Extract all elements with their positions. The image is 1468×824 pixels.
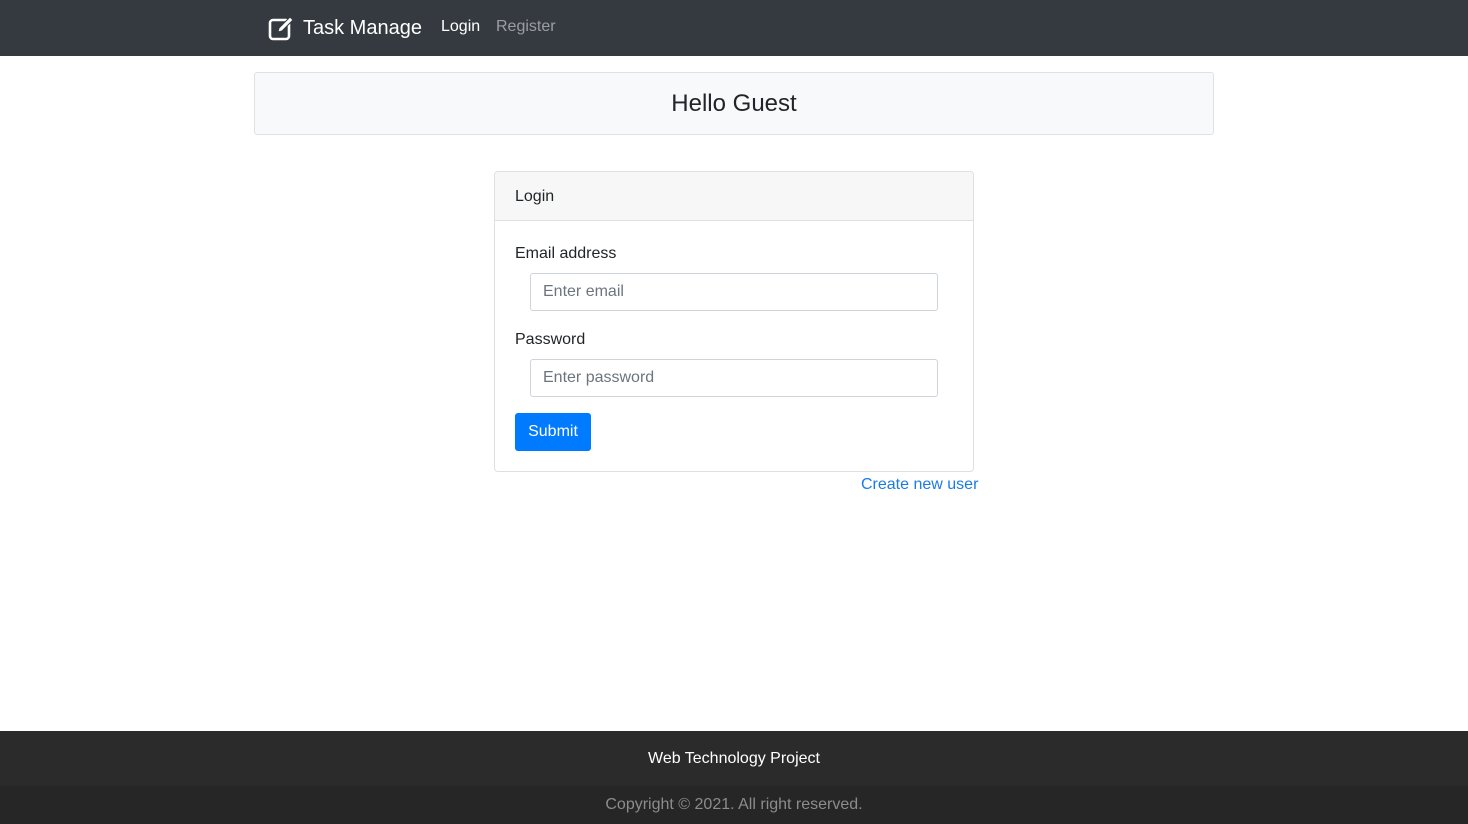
nav-register-link[interactable]: Register: [496, 18, 556, 36]
password-label: Password: [515, 331, 586, 348]
email-label: Email address: [515, 245, 617, 262]
submit-button[interactable]: Submit: [515, 413, 591, 451]
greeting-banner: Hello Guest: [254, 72, 1214, 135]
footer-title: Web Technology Project: [648, 749, 820, 767]
page-title: Hello Guest: [671, 89, 797, 117]
password-field[interactable]: [530, 359, 938, 397]
brand-label: Task Manage: [303, 16, 422, 39]
navbar: Task Manage Login Register: [0, 0, 1468, 56]
login-card-header: Login: [495, 172, 973, 221]
edit-icon: [268, 15, 296, 41]
footer-copyright: Copyright © 2021. All right reserved.: [0, 786, 1468, 824]
email-field[interactable]: [530, 273, 938, 311]
brand-link[interactable]: Task Manage: [268, 14, 422, 42]
login-card: Login Email address Password Submit: [494, 171, 974, 472]
footer: Web Technology Project Copyright © 2021.…: [0, 731, 1468, 824]
nav-login-link[interactable]: Login: [441, 18, 480, 36]
create-user-link[interactable]: Create new user: [861, 476, 978, 494]
